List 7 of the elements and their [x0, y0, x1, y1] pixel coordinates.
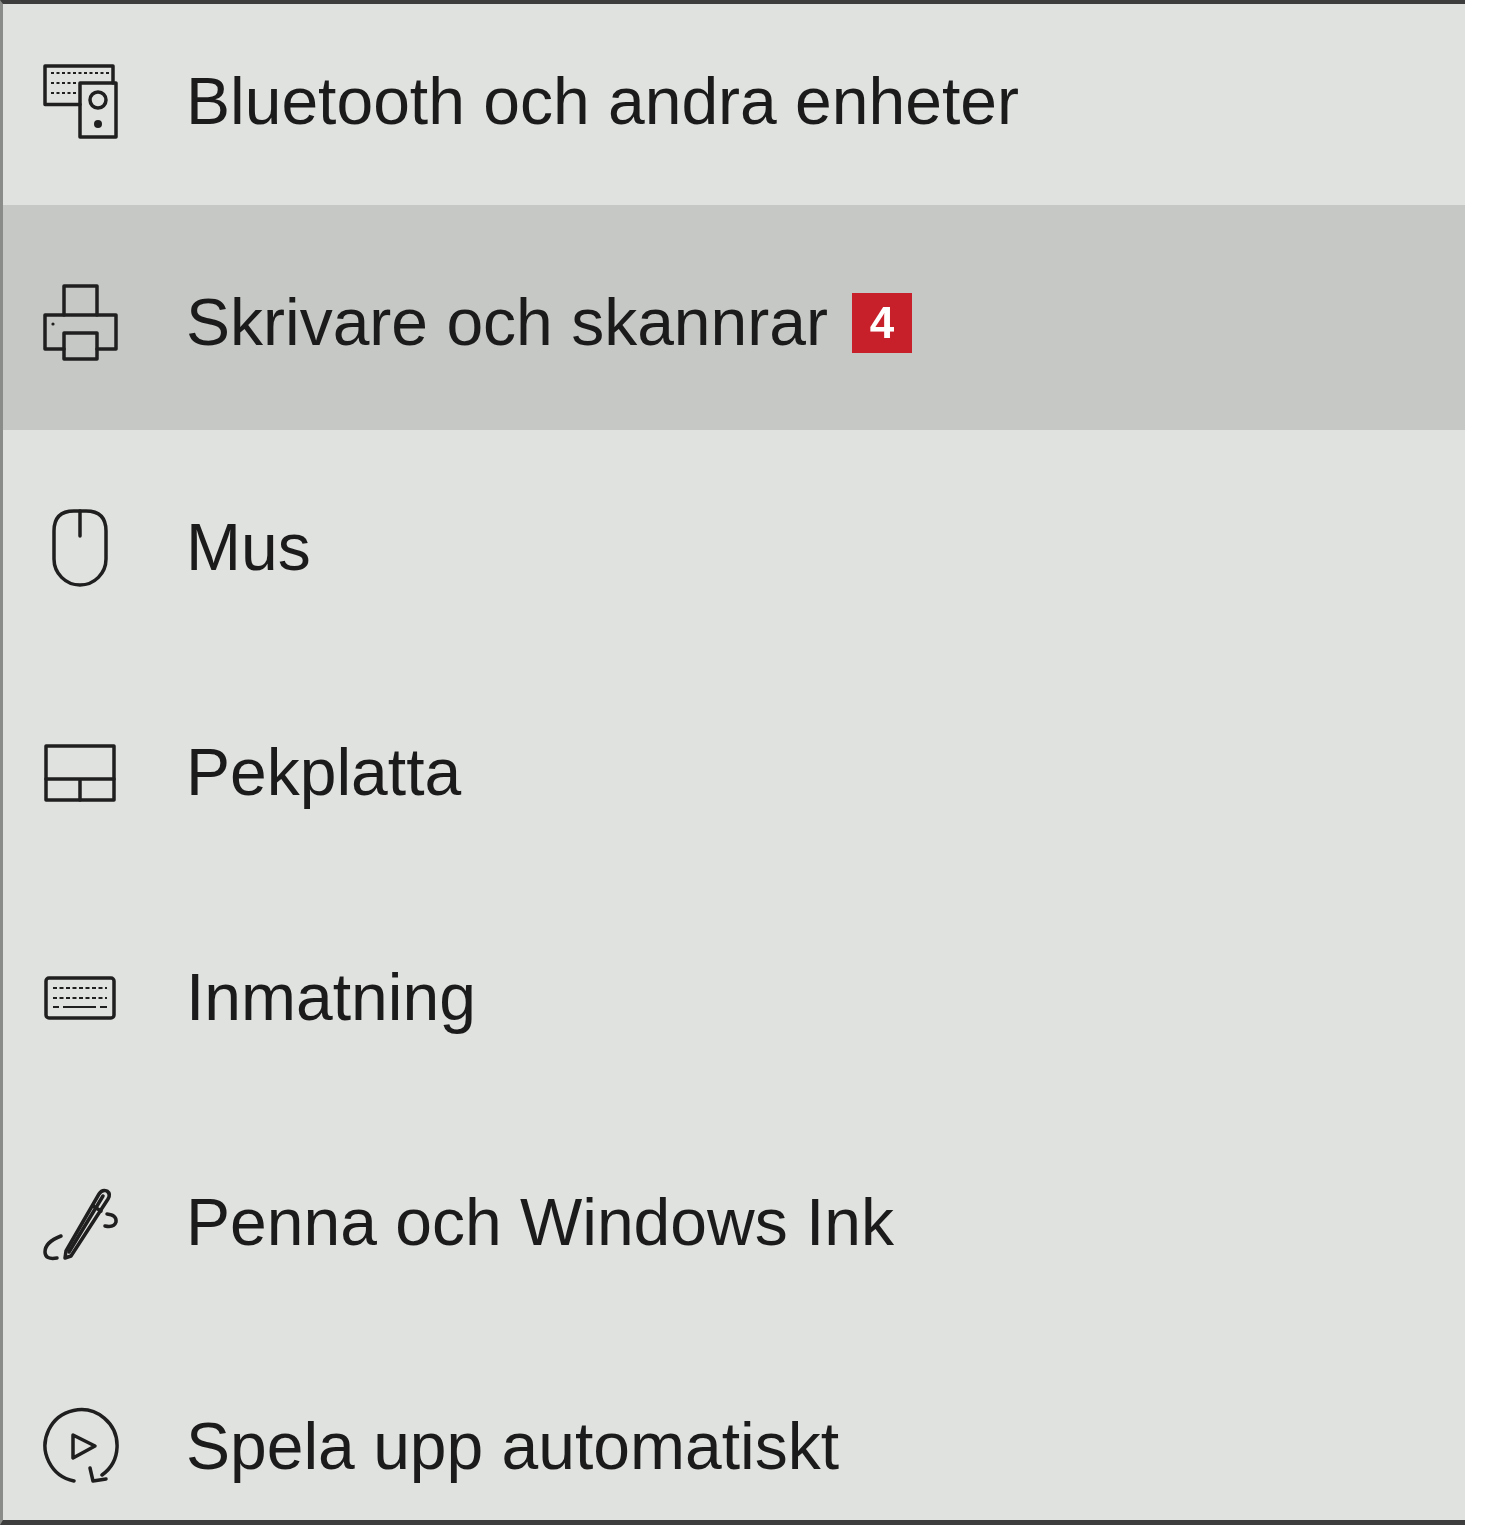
- count-badge: 4: [851, 292, 912, 353]
- nav-item[interactable]: Skrivare och skannrar 4: [3, 205, 1465, 430]
- touchpad-icon: [44, 743, 116, 802]
- keyboard-icon: [44, 975, 116, 1020]
- keyboard-speaker-icon: [42, 64, 118, 139]
- printer-icon: [42, 284, 118, 361]
- mouse-icon: [52, 508, 108, 587]
